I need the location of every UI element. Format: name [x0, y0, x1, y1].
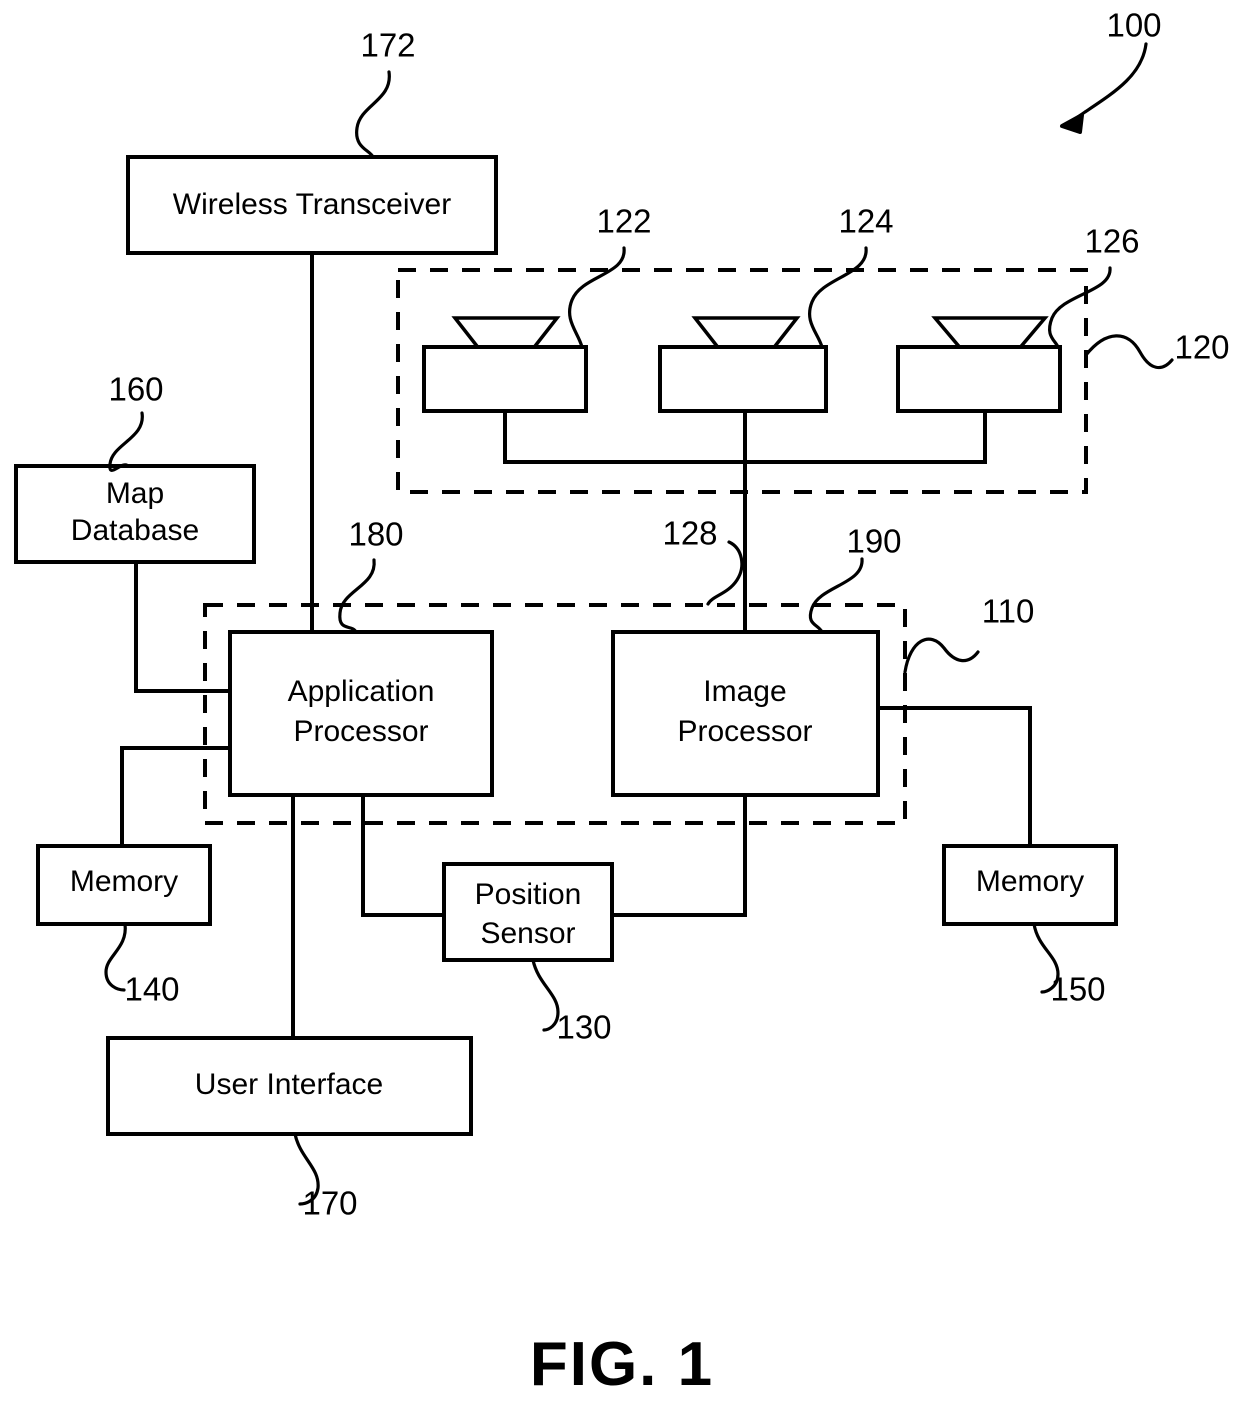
ref-126: 126 — [1084, 223, 1139, 260]
ref-130: 130 — [556, 1009, 611, 1046]
wire-camera3-to-bus — [743, 409, 987, 464]
camera-body-3 — [896, 345, 1062, 413]
camera-unit-2 — [658, 316, 828, 413]
map-database-label-line1: Map — [106, 477, 164, 510]
ref-120: 120 — [1174, 329, 1229, 366]
leader-camera-group — [1084, 334, 1174, 370]
wireless-transceiver-label: Wireless Transceiver — [173, 188, 451, 221]
ref-128: 128 — [662, 515, 717, 552]
position-sensor-label-line1: Position — [475, 878, 582, 911]
leader-map-database — [108, 411, 144, 472]
leader-camera-1 — [568, 246, 626, 349]
leader-position-sensor — [531, 958, 560, 1032]
camera-unit-3 — [896, 316, 1062, 413]
leader-wireless-transceiver — [355, 70, 391, 159]
wire-positionsensor-to-imageproc — [610, 793, 747, 917]
application-processor-label-line2: Processor — [293, 715, 428, 748]
map-database-label-line2: Database — [71, 514, 199, 547]
ref-170: 170 — [302, 1185, 357, 1222]
application-processor-box — [228, 630, 494, 797]
camera-unit-1 — [422, 316, 588, 413]
user-interface-label: User Interface — [195, 1068, 383, 1101]
leader-camera-3 — [1047, 266, 1112, 349]
ref-122: 122 — [596, 203, 651, 240]
ref-110: 110 — [982, 593, 1035, 630]
ref-160: 160 — [108, 371, 163, 408]
position-sensor-label-line2: Sensor — [480, 917, 575, 950]
wire-memoryleft-to-appproc — [120, 746, 234, 852]
leader-camera-2 — [808, 246, 868, 349]
ref-100: 100 — [1106, 7, 1161, 44]
leader-memory-left — [104, 922, 127, 992]
ref-190: 190 — [846, 523, 901, 560]
leader-image-processor — [808, 557, 864, 634]
memory-right-label: Memory — [976, 865, 1084, 898]
leader-application-processor — [338, 558, 376, 634]
wire-camera1-to-bus — [503, 409, 747, 464]
ref-150: 150 — [1050, 971, 1105, 1008]
ref-180: 180 — [348, 516, 403, 553]
patent-figure-page: Wireless Transceiver Map Database Applic… — [0, 0, 1240, 1404]
arrowhead-system-ref — [1060, 113, 1084, 134]
leader-system-ref — [1064, 42, 1148, 126]
image-processor-label-line2: Processor — [677, 715, 812, 748]
memory-left-label: Memory — [70, 865, 178, 898]
figure-caption: FIG. 1 — [530, 1330, 714, 1399]
wire-imageproc-to-memoryright — [876, 706, 1032, 852]
image-processor-box — [611, 630, 880, 797]
application-processor-label-line1: Application — [288, 675, 435, 708]
wire-mapdb-to-appproc — [134, 560, 234, 693]
wire-appproc-to-positionsensor — [361, 793, 446, 917]
system-block-diagram: Wireless Transceiver Map Database Applic… — [14, 7, 1230, 1399]
ref-124: 124 — [838, 203, 893, 240]
camera-body-2 — [658, 345, 828, 413]
leader-processing-unit — [903, 637, 980, 674]
camera-body-1 — [422, 345, 588, 413]
image-processor-label-line1: Image — [703, 675, 786, 708]
ref-140: 140 — [124, 971, 179, 1008]
ref-172: 172 — [360, 27, 415, 64]
